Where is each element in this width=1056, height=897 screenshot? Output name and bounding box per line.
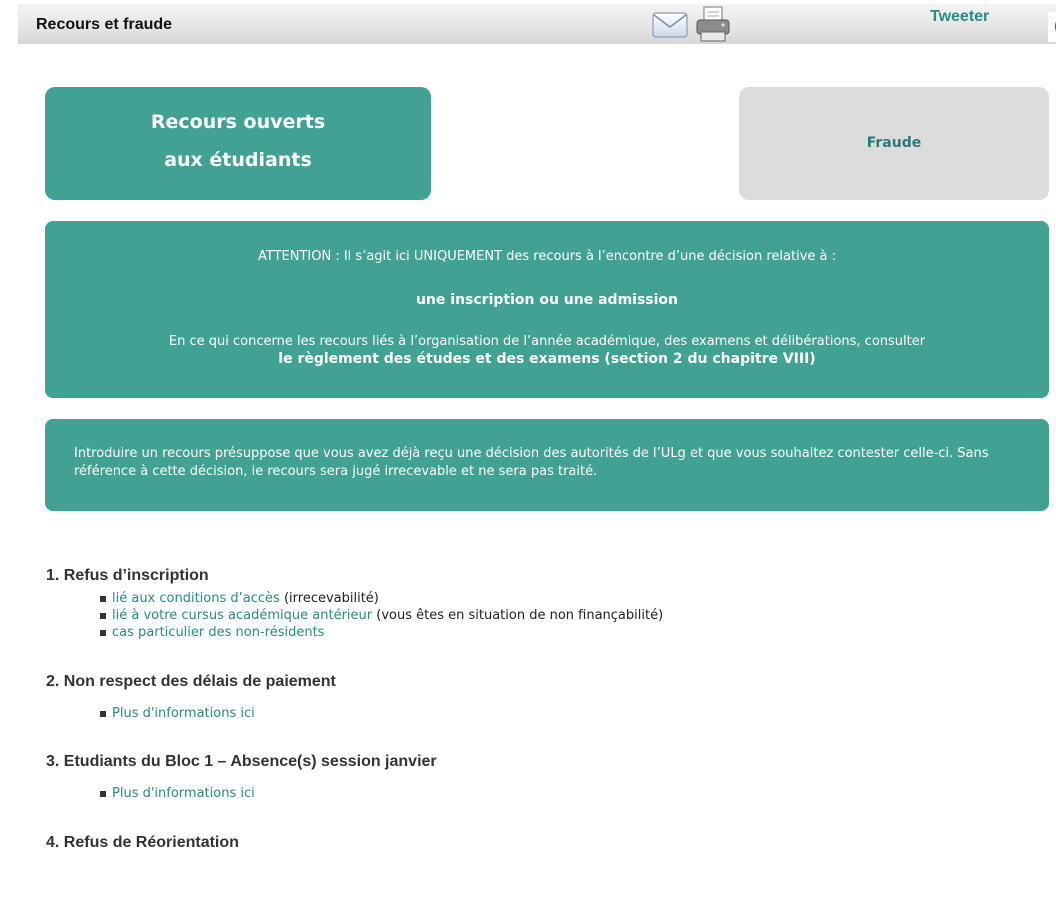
reglement-link[interactable]: le règlement des études et des examens (… [45,351,1049,367]
list-item-link[interactable]: Plus d'informations ici [112,706,255,721]
fraude-tile[interactable]: Fraude [739,87,1049,200]
recours-tile[interactable]: Recours ouverts aux étudiants [45,87,431,200]
list-item-link[interactable]: lié à votre cursus académique antérieur [112,608,372,623]
section-title: 1. Refus d’inscription [46,567,209,584]
section-list: Plus d'informations ici [100,705,255,722]
page-title: Recours et fraude [36,16,173,33]
section-list: lié aux conditions d’accès (irrecevabili… [100,590,663,641]
attention-highlight: une inscription ou une admission [415,292,679,308]
print-icon[interactable] [694,5,732,43]
list-item: lié à votre cursus académique antérieur … [100,607,663,624]
list-item: Plus d'informations ici [100,785,255,802]
section-title: 3. Etudiants du Bloc 1 – Absence(s) sess… [46,753,437,770]
attention-note: En ce qui concerne les recours liés à l’… [168,334,926,349]
list-item: cas particulier des non-résidents [100,624,663,641]
attention-panel: ATTENTION : Il s’agit ici UNIQUEMENT des… [45,221,1049,398]
list-item-note: (irrecevabilité) [279,591,379,606]
list-item: Plus d'informations ici [100,705,255,722]
section-list: Plus d'informations ici [100,785,255,802]
mail-icon[interactable] [651,5,689,41]
list-item-link[interactable]: cas particulier des non-résidents [112,625,324,640]
section-title: 4. Refus de Réorientation [46,834,239,851]
intro-panel: Introduire un recours présuppose que vou… [45,419,1049,511]
list-item-note: (vous êtes en situation de non finançabi… [372,608,664,623]
attention-line: ATTENTION : Il s’agit ici UNIQUEMENT des… [257,249,837,264]
section-title: 2. Non respect des délais de paiement [46,673,336,690]
page-header: Recours et fraude Tweeter G [18,4,1056,44]
list-item-link[interactable]: Plus d'informations ici [112,786,255,801]
list-item-link[interactable]: lié aux conditions d’accès [112,591,280,606]
fraude-tile-label: Fraude [866,135,922,151]
list-item: lié aux conditions d’accès (irrecevabili… [100,590,663,607]
intro-text: Introduire un recours présuppose que vou… [74,446,989,479]
google-plus-icon[interactable]: G [1048,12,1056,42]
recours-tile-line1: Recours ouverts [150,111,326,133]
recours-tile-line2: aux étudiants [164,149,312,171]
tweet-link[interactable]: Tweeter [930,8,989,26]
